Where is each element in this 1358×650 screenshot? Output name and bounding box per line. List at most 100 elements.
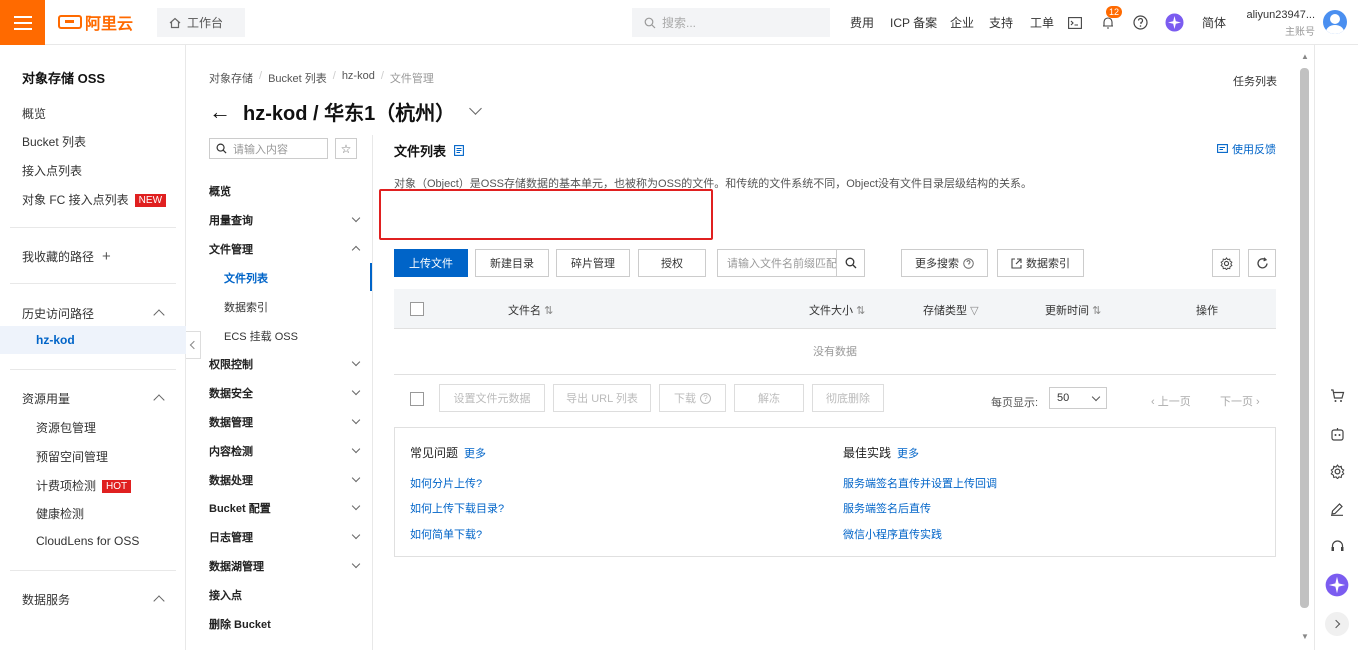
- best-practice-more-link[interactable]: 更多: [897, 448, 919, 460]
- column-storage-class[interactable]: 存储类型 ▽: [923, 302, 979, 318]
- nav-item[interactable]: 内容检测: [209, 443, 361, 459]
- sidebar-section-resource[interactable]: 资源用量: [22, 390, 70, 407]
- prev-page-button[interactable]: ‹ 上一页: [1151, 393, 1191, 409]
- plus-icon[interactable]: +: [102, 248, 111, 265]
- scroll-down-arrow[interactable]: ▼: [1301, 632, 1309, 641]
- chevron-down-icon[interactable]: [351, 386, 361, 396]
- scrollbar-thumb[interactable]: [1300, 68, 1309, 608]
- faq-link[interactable]: 如何上传下载目录?: [410, 500, 504, 516]
- sort-icon[interactable]: ⇅: [856, 305, 865, 317]
- nav-item[interactable]: 数据处理: [209, 472, 361, 488]
- chevron-down-icon[interactable]: [351, 559, 361, 569]
- nav-ticket[interactable]: 工单: [1030, 0, 1054, 45]
- file-search-input[interactable]: 请输入文件名前缀匹配: [717, 249, 865, 277]
- sidebar-item-hz-kod[interactable]: hz-kod: [0, 326, 186, 354]
- breadcrumb-oss[interactable]: 对象存储: [209, 70, 253, 86]
- task-list-link[interactable]: 任务列表: [1233, 73, 1277, 89]
- nav-item[interactable]: 文件列表: [224, 270, 268, 286]
- new-directory-button[interactable]: 新建目录: [475, 249, 549, 277]
- chevron-down-icon[interactable]: [351, 501, 361, 511]
- feedback-link[interactable]: 使用反馈: [1217, 141, 1276, 157]
- ai-assistant-icon[interactable]: [1325, 573, 1349, 597]
- back-arrow-icon[interactable]: ←: [209, 99, 231, 125]
- nav-item[interactable]: 接入点: [209, 587, 242, 603]
- terminal-icon[interactable]: [1068, 0, 1082, 45]
- chevron-down-icon[interactable]: [351, 357, 361, 367]
- unfreeze-button[interactable]: 解冻: [734, 384, 804, 412]
- chevron-up-icon[interactable]: [153, 595, 165, 607]
- nav-item[interactable]: 用量查询: [209, 212, 361, 228]
- sidebar-item-overview[interactable]: 概览: [22, 105, 46, 122]
- sidebar-section-history[interactable]: 历史访问路径: [22, 305, 94, 322]
- star-icon[interactable]: ☆: [335, 138, 357, 159]
- select-all-checkbox[interactable]: [410, 302, 424, 316]
- nav-item[interactable]: 数据管理: [209, 414, 361, 430]
- nav-item[interactable]: 文件管理: [209, 241, 361, 257]
- sidebar-section-data-service[interactable]: 数据服务: [22, 591, 70, 608]
- gear-icon[interactable]: [1328, 462, 1346, 480]
- data-index-button[interactable]: 数据索引: [997, 249, 1084, 277]
- nav-support[interactable]: 支持: [989, 0, 1013, 45]
- fragment-manage-button[interactable]: 碎片管理: [556, 249, 630, 277]
- nav-item[interactable]: 删除 Bucket: [209, 616, 271, 632]
- nav-item[interactable]: 日志管理: [209, 529, 361, 545]
- sidebar-item-billing-check[interactable]: 计费项检测 HOT: [36, 477, 132, 494]
- cart-icon[interactable]: [1328, 387, 1346, 405]
- global-search-input[interactable]: 搜索...: [632, 8, 830, 37]
- nav-item[interactable]: 权限控制: [209, 356, 361, 372]
- ai-assistant-icon[interactable]: [1165, 0, 1184, 45]
- column-updated[interactable]: 更新时间 ⇅: [1045, 302, 1101, 318]
- best-practice-link[interactable]: 微信小程序直传实践: [843, 526, 942, 542]
- scroll-up-arrow[interactable]: ▲: [1301, 52, 1309, 61]
- chevron-up-icon[interactable]: [153, 394, 165, 406]
- sidebar-item-fc-access-points[interactable]: 对象 FC 接入点列表 NEW: [22, 191, 167, 208]
- brand-logo[interactable]: 阿里云: [58, 12, 133, 33]
- nav-search-input[interactable]: 请输入内容: [209, 138, 328, 159]
- search-button[interactable]: [836, 250, 864, 276]
- chevron-down-icon[interactable]: [351, 530, 361, 540]
- sidebar-item-reserved-space[interactable]: 预留空间管理: [36, 448, 108, 465]
- account-info[interactable]: aliyun23947... 主账号: [1243, 9, 1316, 38]
- chevron-up-icon[interactable]: [351, 245, 361, 255]
- nav-fees[interactable]: 费用: [850, 0, 874, 45]
- doc-icon[interactable]: [454, 145, 464, 156]
- workbench-button[interactable]: 工作台: [157, 8, 245, 37]
- filter-icon[interactable]: ▽: [970, 305, 978, 317]
- menu-icon[interactable]: [0, 0, 45, 45]
- nav-item[interactable]: 数据索引: [224, 299, 268, 315]
- more-search-button[interactable]: 更多搜索: [901, 249, 988, 277]
- column-size[interactable]: 文件大小 ⇅: [809, 302, 865, 318]
- authorize-button[interactable]: 授权: [638, 249, 706, 277]
- avatar[interactable]: [1323, 10, 1347, 34]
- faq-link[interactable]: 如何简单下载?: [410, 526, 482, 542]
- sort-icon[interactable]: ⇅: [1092, 305, 1101, 317]
- settings-button[interactable]: [1212, 249, 1240, 277]
- sidebar-item-health-check[interactable]: 健康检测: [36, 505, 84, 522]
- chevron-up-icon[interactable]: [153, 309, 165, 321]
- help-icon[interactable]: [1133, 0, 1148, 45]
- export-url-button[interactable]: 导出 URL 列表: [553, 384, 651, 412]
- sidebar-item-cloudlens[interactable]: CloudLens for OSS: [36, 534, 139, 548]
- sidebar-item-favorites[interactable]: 我收藏的路径 +: [22, 248, 111, 265]
- sort-icon[interactable]: ⇅: [544, 305, 553, 317]
- breadcrumb-bucket[interactable]: hz-kod: [342, 70, 375, 86]
- nav-icp[interactable]: ICP 备案: [890, 0, 937, 45]
- nav-item[interactable]: 概览: [209, 183, 231, 199]
- best-practice-link[interactable]: 服务端签名后直传: [843, 500, 931, 516]
- chevron-down-icon[interactable]: [351, 213, 361, 223]
- bulk-select-checkbox[interactable]: [410, 392, 424, 406]
- column-filename[interactable]: 文件名 ⇅: [508, 302, 553, 318]
- page-size-select[interactable]: 50: [1049, 387, 1107, 409]
- headset-icon[interactable]: [1328, 537, 1346, 555]
- nav-item[interactable]: 数据湖管理: [209, 558, 361, 574]
- sidebar-item-access-points[interactable]: 接入点列表: [22, 162, 82, 179]
- chevron-down-icon[interactable]: [351, 444, 361, 454]
- sidebar-item-package[interactable]: 资源包管理: [36, 419, 96, 436]
- nav-item[interactable]: Bucket 配置: [209, 500, 361, 516]
- best-practice-link[interactable]: 服务端签名直传并设置上传回调: [843, 475, 997, 491]
- download-button[interactable]: 下载 ?: [659, 384, 726, 412]
- language-switch[interactable]: 简体: [1202, 0, 1226, 45]
- nav-item[interactable]: ECS 挂载 OSS: [224, 328, 298, 344]
- chevron-down-icon[interactable]: [351, 415, 361, 425]
- faq-more-link[interactable]: 更多: [464, 448, 486, 460]
